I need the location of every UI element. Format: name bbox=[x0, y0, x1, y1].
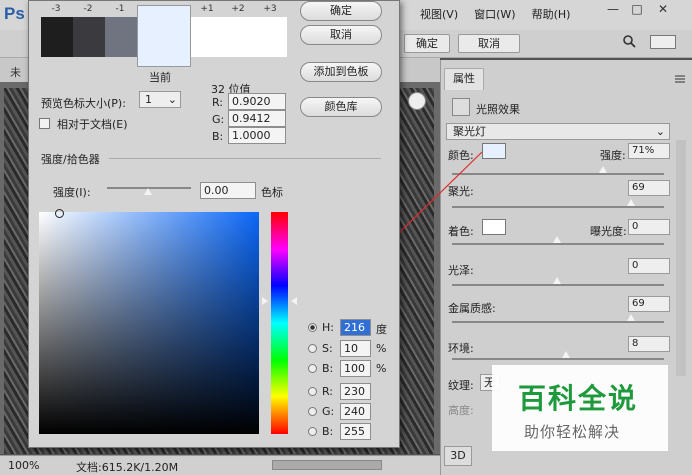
dialog-ok-button[interactable]: 确定 bbox=[300, 1, 382, 21]
r-radio[interactable] bbox=[308, 387, 317, 396]
bb-field[interactable]: 255 bbox=[340, 423, 371, 440]
h-radio[interactable] bbox=[308, 323, 317, 332]
hue-thumb-right[interactable] bbox=[291, 297, 297, 305]
bb-label: B: bbox=[322, 425, 334, 438]
b-radio[interactable] bbox=[308, 364, 317, 373]
color-library-button[interactable]: 颜色库 bbox=[300, 97, 382, 117]
b-label: B: bbox=[322, 362, 334, 375]
section-divider bbox=[109, 158, 381, 159]
g-radio[interactable] bbox=[308, 407, 317, 416]
r-field[interactable]: 230 bbox=[340, 383, 371, 400]
dialog-cancel-button[interactable]: 取消 bbox=[300, 25, 382, 45]
bb-radio[interactable] bbox=[308, 427, 317, 436]
b-float-label: B: bbox=[212, 130, 224, 143]
exposure-swatch[interactable] bbox=[191, 17, 287, 57]
chevron-down-icon: ⌄ bbox=[167, 93, 177, 106]
add-to-swatches-button[interactable]: 添加到色板 bbox=[300, 62, 382, 82]
s-unit: % bbox=[376, 342, 387, 355]
b-float-field[interactable]: 1.0000 bbox=[228, 127, 286, 144]
preview-size-label: 预览色标大小(P): bbox=[41, 97, 126, 110]
hue-thumb-left[interactable] bbox=[262, 297, 268, 305]
dialog-intensity-thumb[interactable] bbox=[144, 188, 152, 195]
h-unit: 度 bbox=[376, 323, 387, 336]
swatch-tick: +1 bbox=[200, 4, 214, 14]
exposure-swatch[interactable] bbox=[73, 17, 105, 57]
relative-doc-checkbox[interactable] bbox=[39, 118, 50, 129]
h-label: H: bbox=[322, 321, 334, 334]
g-float-field[interactable]: 0.9412 bbox=[228, 110, 286, 127]
section-title: 强度/拾色器 bbox=[41, 153, 100, 166]
watermark: 百科全说 助你轻松解决 bbox=[492, 365, 668, 451]
exposure-swatch[interactable] bbox=[41, 17, 73, 57]
current-color-swatch[interactable] bbox=[137, 5, 191, 67]
b-unit: % bbox=[376, 362, 387, 375]
dialog-intensity-field[interactable]: 0.00 bbox=[200, 182, 256, 199]
intensity-unit: 色标 bbox=[261, 186, 283, 199]
preview-size-select[interactable]: 1 ⌄ bbox=[139, 91, 181, 108]
r-float-field[interactable]: 0.9020 bbox=[228, 93, 286, 110]
g-label: G: bbox=[322, 405, 335, 418]
swatch-tick: -1 bbox=[115, 4, 125, 14]
hue-slider[interactable] bbox=[271, 212, 288, 434]
g-float-label: G: bbox=[212, 113, 225, 126]
h-field[interactable]: 216 bbox=[340, 319, 371, 336]
swatch-tick: -2 bbox=[83, 4, 93, 14]
swatch-tick: -3 bbox=[51, 4, 61, 14]
relative-doc-label: 相对于文档(E) bbox=[57, 118, 128, 131]
s-field[interactable]: 10 bbox=[340, 340, 371, 357]
color-field-picker[interactable] bbox=[55, 209, 64, 218]
swatch-tick: +3 bbox=[263, 4, 277, 14]
swatch-tick: +2 bbox=[231, 4, 245, 14]
watermark-title: 百科全说 bbox=[518, 382, 639, 415]
preview-size-value: 1 bbox=[145, 93, 152, 106]
intensity-label: 强度(I): bbox=[53, 186, 91, 199]
s-radio[interactable] bbox=[308, 344, 317, 353]
exposure-swatch[interactable] bbox=[105, 17, 137, 57]
watermark-subtitle: 助你轻松解决 bbox=[524, 423, 621, 441]
b-field[interactable]: 100 bbox=[340, 360, 371, 377]
g-field[interactable]: 240 bbox=[340, 403, 371, 420]
color-field[interactable] bbox=[39, 212, 259, 434]
r-float-label: R: bbox=[212, 96, 224, 109]
color-picker-dialog: -3 -2 -1 +1 +2 +3 当前 确定 取消 添加到色板 颜色库 32 … bbox=[28, 0, 400, 448]
r-label: R: bbox=[322, 385, 334, 398]
current-label: 当前 bbox=[149, 71, 171, 84]
s-label: S: bbox=[322, 342, 333, 355]
